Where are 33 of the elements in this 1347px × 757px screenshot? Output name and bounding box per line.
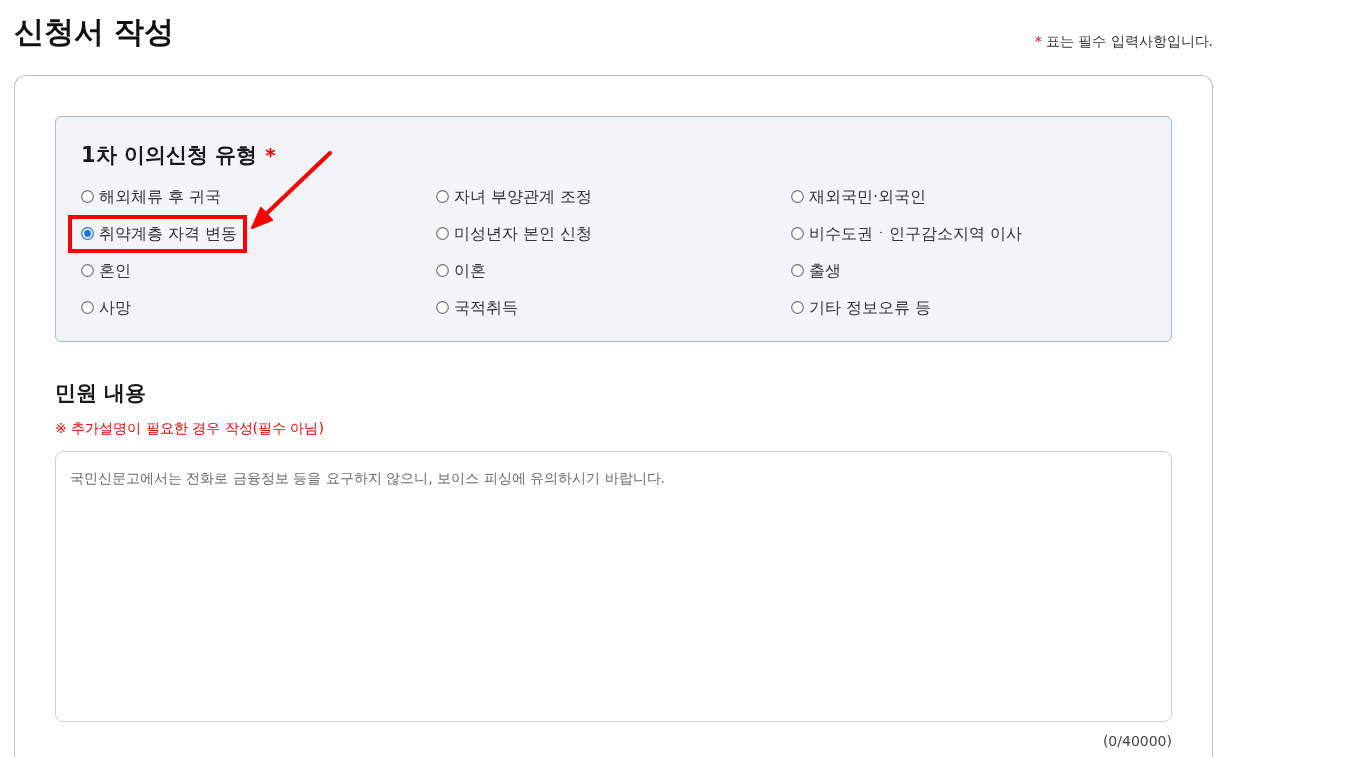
radio-button[interactable] — [81, 227, 94, 240]
required-asterisk: * — [265, 142, 276, 169]
complaint-textarea[interactable]: 국민신문고에서는 전화로 금융정보 등을 요구하지 않으니, 보이스 피싱에 유의하시기 바랍니다. — [55, 451, 1172, 722]
radio-button[interactable] — [791, 301, 804, 314]
character-counter: (0/40000) — [1102, 732, 1172, 751]
required-note: 표는 필수 입력사항입니다. — [1045, 32, 1213, 50]
section-heading: 민원 내용 — [55, 380, 148, 407]
option-label[interactable]: 혼인 — [99, 259, 131, 282]
option-label[interactable]: 미성년자 본인 신청 — [454, 222, 593, 245]
option-label[interactable]: 자녀 부양관계 조정 — [454, 185, 593, 208]
option-label[interactable]: 재외국민·외국인 — [809, 185, 927, 208]
option-label[interactable]: 비수도권ㆍ인구감소지역 이사 — [809, 222, 1023, 245]
radio-button[interactable] — [81, 190, 94, 203]
section-heading: 1차 이의신청 유형 — [81, 142, 258, 169]
radio-button[interactable] — [81, 301, 94, 314]
hint-text: ※ 추가설명이 필요한 경우 작성(필수 아님) — [55, 419, 325, 438]
radio-button[interactable] — [791, 190, 804, 203]
radio-button[interactable] — [791, 227, 804, 240]
radio-button[interactable] — [791, 264, 804, 277]
page-title: 신청서 작성 — [14, 14, 175, 50]
required-asterisk: * — [1034, 32, 1042, 50]
option-label[interactable]: 사망 — [99, 296, 131, 319]
radio-button[interactable] — [436, 190, 449, 203]
radio-button[interactable] — [436, 227, 449, 240]
radio-button[interactable] — [436, 301, 449, 314]
radio-button[interactable] — [436, 264, 449, 277]
radio-button[interactable] — [81, 264, 94, 277]
option-label[interactable]: 이혼 — [454, 259, 486, 282]
option-label[interactable]: 출생 — [809, 259, 841, 282]
option-label[interactable]: 취약계층 자격 변동 — [99, 222, 238, 245]
option-label[interactable]: 해외체류 후 귀국 — [99, 185, 222, 208]
option-label[interactable]: 기타 정보오류 등 — [809, 296, 932, 319]
option-label[interactable]: 국적취득 — [454, 296, 518, 319]
